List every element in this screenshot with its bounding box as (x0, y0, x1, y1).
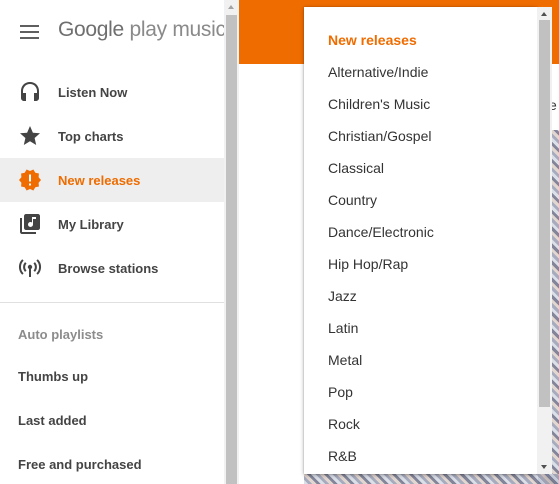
nav-label: Listen Now (58, 84, 128, 100)
nav-label: My Library (58, 216, 124, 232)
genre-option[interactable]: R&B (328, 448, 357, 464)
dropdown-scroll-down-icon[interactable] (541, 465, 547, 469)
genre-option[interactable]: Jazz (328, 288, 357, 304)
dropdown-scrollbar[interactable] (537, 7, 552, 474)
nav-label: New releases (58, 172, 141, 188)
nav-item-my-library[interactable]: My Library (0, 202, 224, 246)
genre-option[interactable]: Classical (328, 160, 384, 176)
star-icon (18, 124, 42, 148)
nav-item-browse-stations[interactable]: Browse stations (0, 246, 224, 290)
brand-play-music: play music (129, 18, 226, 41)
nav-label: Top charts (58, 128, 124, 144)
nav-item-top-charts[interactable]: Top charts (0, 114, 224, 158)
sidebar-divider (0, 302, 224, 303)
genre-dropdown-menu: New releases Alternative/Indie Children'… (304, 7, 537, 474)
playlist-last-added[interactable]: Last added (18, 413, 87, 428)
nav-item-new-releases[interactable]: New releases (0, 158, 224, 202)
menu-icon[interactable] (20, 25, 39, 39)
nav-label: Browse stations (58, 260, 159, 276)
playlist-free-and-purchased[interactable]: Free and purchased (18, 457, 142, 472)
genre-option[interactable]: Alternative/Indie (328, 64, 428, 80)
brand-google: Google (58, 18, 124, 41)
scroll-up-icon[interactable] (228, 5, 234, 9)
auto-playlists-heading: Auto playlists (18, 327, 104, 342)
genre-option[interactable]: Hip Hop/Rap (328, 256, 408, 272)
dropdown-scrollbar-thumb[interactable] (539, 20, 550, 407)
playlist-thumbs-up[interactable]: Thumbs up (18, 369, 88, 384)
sidebar: Google play music Listen Now Top charts … (0, 0, 226, 484)
genre-option[interactable]: Rock (328, 416, 360, 432)
radio-tower-icon (18, 256, 42, 280)
genre-option[interactable]: Country (328, 192, 377, 208)
main-nav: Listen Now Top charts New releases My Li… (0, 70, 224, 290)
sidebar-scrollbar-thumb[interactable] (226, 15, 237, 484)
headphones-icon (18, 80, 42, 104)
genre-option-new-releases[interactable]: New releases (328, 32, 417, 48)
genre-option[interactable]: Christian/Gospel (328, 128, 432, 144)
app-logo[interactable]: Google play music (58, 18, 226, 42)
new-releases-badge-icon (18, 168, 42, 192)
genre-option[interactable]: Pop (328, 384, 353, 400)
library-music-icon (18, 212, 42, 236)
genre-option[interactable]: Dance/Electronic (328, 224, 434, 240)
genre-option[interactable]: Children's Music (328, 96, 430, 112)
album-art-image-bottom (304, 474, 559, 484)
dropdown-scroll-up-icon[interactable] (541, 12, 547, 16)
genre-option[interactable]: Latin (328, 320, 358, 336)
sidebar-scrollbar[interactable] (224, 0, 239, 484)
genre-option[interactable]: Metal (328, 352, 362, 368)
nav-item-listen-now[interactable]: Listen Now (0, 70, 224, 114)
